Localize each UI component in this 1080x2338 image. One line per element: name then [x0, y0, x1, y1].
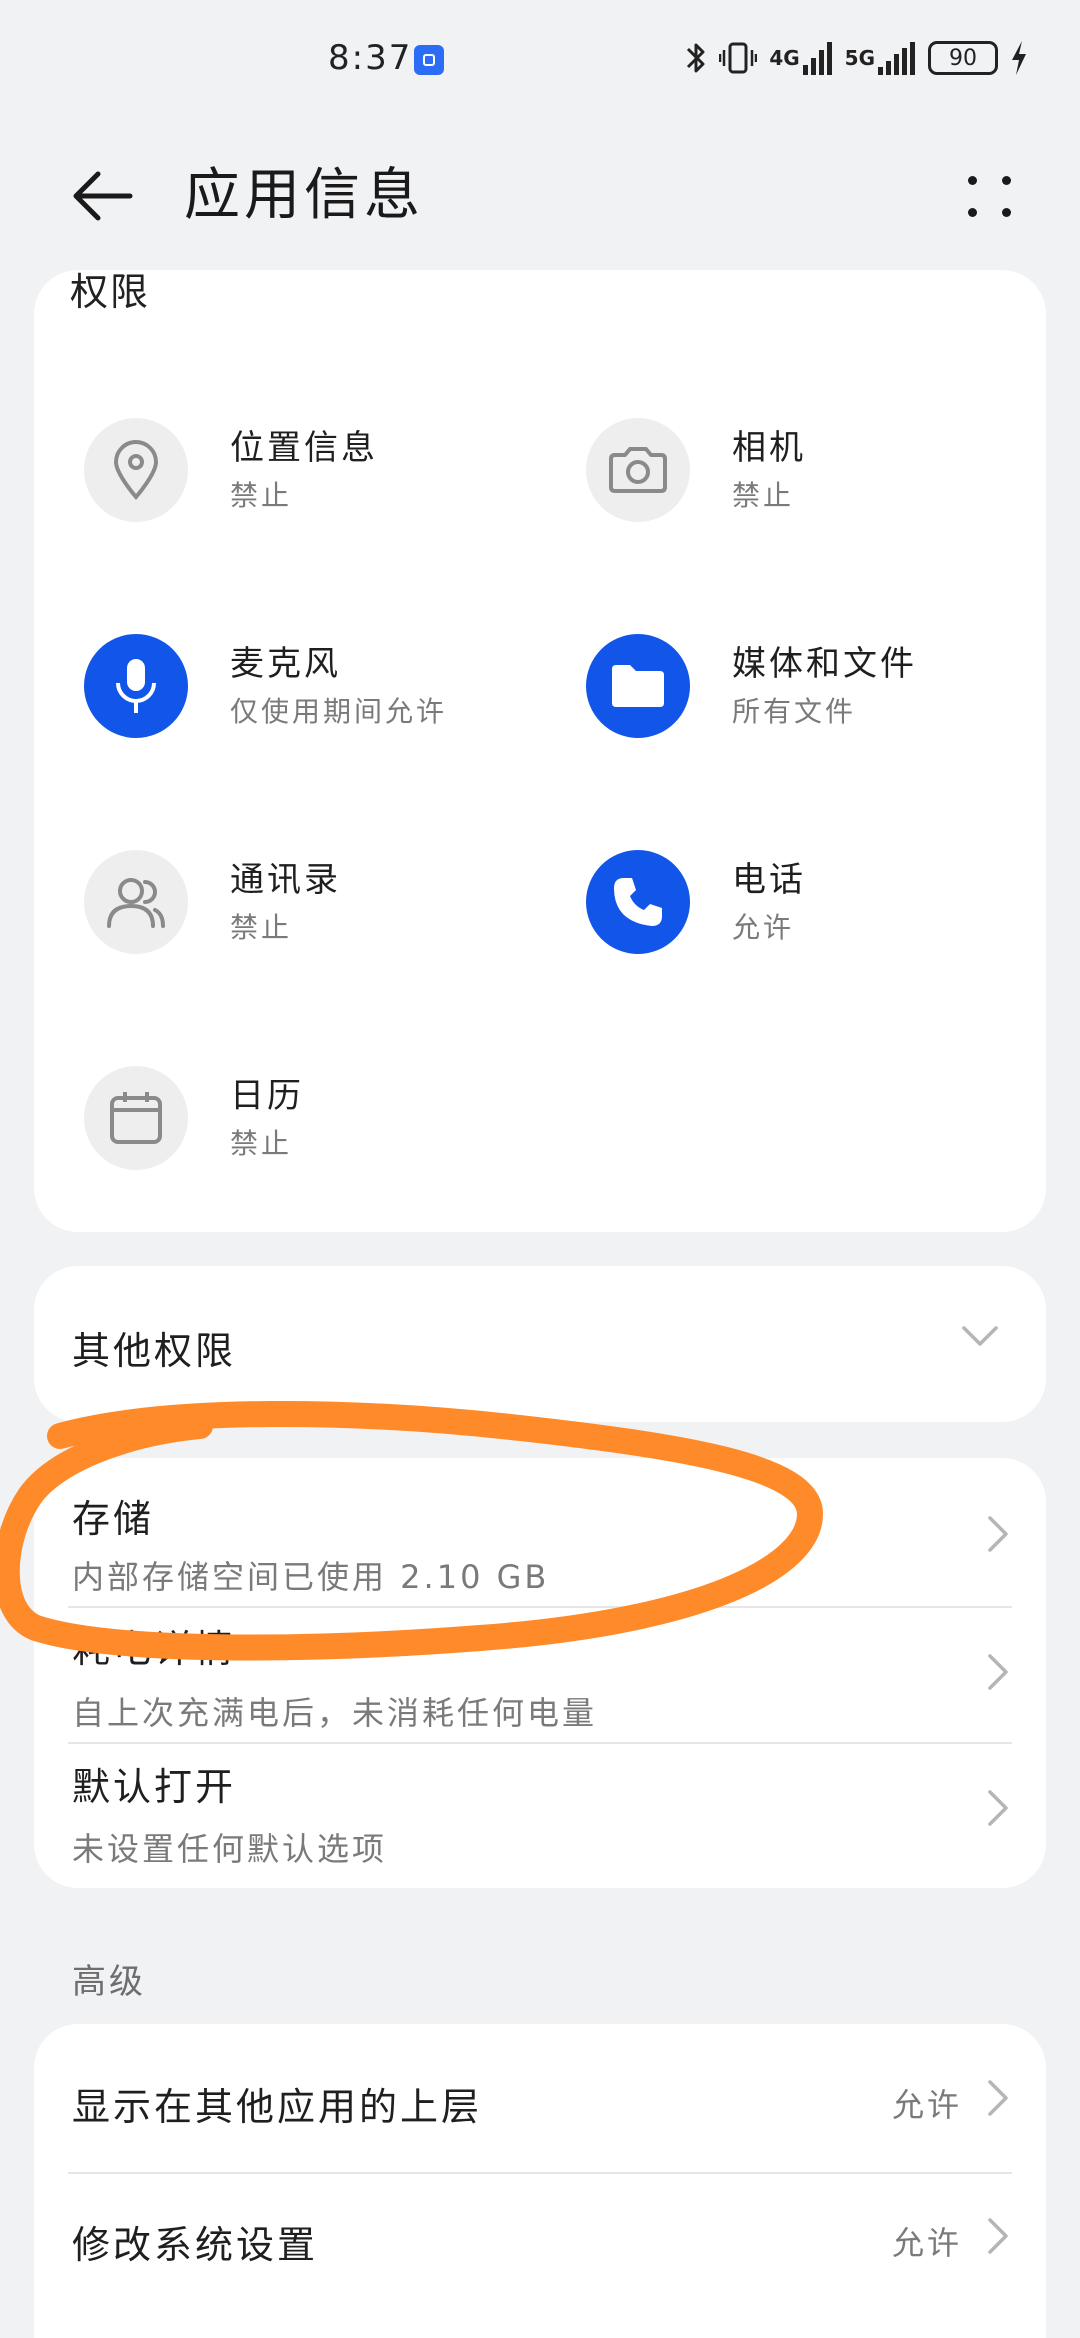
app-bar: 应用信息	[0, 130, 1080, 260]
permission-status: 禁止	[230, 1127, 293, 1160]
battery-indicator: 90	[928, 41, 998, 75]
chevron-right-icon	[988, 2218, 1008, 2254]
default-open-title: 默认打开	[72, 1765, 237, 1809]
permission-label: 位置信息	[230, 428, 378, 468]
more-dots-icon-part	[1002, 208, 1011, 217]
contacts-icon	[84, 850, 188, 954]
permission-label: 媒体和文件	[732, 644, 917, 684]
permission-media-files[interactable]: 媒体和文件 所有文件	[536, 630, 1016, 740]
battery-usage-subtitle: 自上次充满电后，未消耗任何电量	[72, 1694, 598, 1732]
permission-status: 所有文件	[732, 695, 857, 728]
more-dots-icon	[968, 176, 977, 185]
display-over-apps-value: 允许	[891, 2086, 962, 2124]
bluetooth-icon	[685, 40, 707, 76]
modify-system-settings-title: 修改系统设置	[72, 2223, 319, 2267]
permission-location[interactable]: 位置信息 禁止	[34, 414, 514, 524]
permission-phone[interactable]: 电话 允许	[536, 846, 1016, 956]
network-type-5g: 5G	[844, 46, 875, 70]
more-options-button[interactable]	[958, 158, 1028, 234]
microphone-icon	[84, 634, 188, 738]
permission-status: 仅使用期间允许	[230, 695, 448, 728]
permission-calendar[interactable]: 日历 禁止	[34, 1062, 514, 1172]
network-type-4g: 4G	[769, 46, 800, 70]
advanced-card: 显示在其他应用的上层 允许 修改系统设置 允许	[34, 2024, 1046, 2338]
chevron-right-icon	[988, 2080, 1008, 2116]
battery-level: 90	[949, 45, 977, 71]
phone-icon	[586, 850, 690, 954]
page-title: 应用信息	[184, 163, 424, 228]
permissions-card: 权限 位置信息 禁止 相机 禁止 麦克风 仅使用期间允许 媒体和文件 所有文件 …	[34, 270, 1046, 1232]
storage-title: 存储	[72, 1497, 155, 1541]
chevron-right-icon	[988, 1654, 1008, 1690]
camera-icon	[586, 418, 690, 522]
vibrate-icon	[719, 40, 758, 76]
permission-microphone[interactable]: 麦克风 仅使用期间允许	[34, 630, 514, 740]
permission-label: 麦克风	[230, 644, 341, 684]
arrow-left-icon	[73, 171, 133, 221]
status-time: 8:37	[328, 38, 413, 78]
battery-usage-row[interactable]: 耗电详情 自上次充满电后，未消耗任何电量	[34, 1608, 1046, 1744]
location-icon	[84, 418, 188, 522]
chevron-right-icon	[988, 1516, 1008, 1552]
permission-status: 允许	[732, 911, 795, 944]
permission-status: 禁止	[230, 479, 293, 512]
more-dots-icon-part	[968, 208, 977, 217]
charging-icon	[1010, 40, 1028, 76]
advanced-section-label: 高级	[72, 1962, 146, 2002]
app-info-screen: 8:37 4G 5G 90 应用信息 权限 位置信息 禁止 相机 禁止 麦克风 …	[0, 0, 1080, 2338]
storage-row[interactable]: 存储 内部存储空间已使用 2.10 GB	[34, 1458, 1046, 1606]
permission-label: 相机	[732, 428, 806, 468]
battery-usage-title: 耗电详情	[72, 1627, 237, 1671]
permission-label: 日历	[230, 1076, 304, 1116]
modify-system-settings-row[interactable]: 修改系统设置 允许	[34, 2174, 1046, 2314]
other-permissions-row[interactable]: 其他权限	[34, 1266, 1046, 1422]
modify-system-settings-value: 允许	[891, 2224, 962, 2262]
chevron-down-icon	[962, 1326, 998, 1346]
status-icons: 4G 5G 90	[685, 36, 1028, 80]
folder-icon	[586, 634, 690, 738]
signal-5g-icon: 5G	[845, 41, 916, 75]
status-bar: 8:37 4G 5G 90	[0, 0, 1080, 120]
permission-status: 禁止	[732, 479, 795, 512]
permissions-header: 权限	[70, 270, 151, 314]
permission-label: 电话	[732, 860, 806, 900]
display-over-apps-title: 显示在其他应用的上层	[72, 2085, 483, 2129]
display-over-apps-row[interactable]: 显示在其他应用的上层 允许	[34, 2024, 1046, 2172]
back-button[interactable]	[64, 158, 140, 234]
app-details-card: 存储 内部存储空间已使用 2.10 GB 耗电详情 自上次充满电后，未消耗任何电…	[34, 1458, 1046, 1888]
default-open-row[interactable]: 默认打开 未设置任何默认选项	[34, 1744, 1046, 1888]
notification-app-icon	[414, 45, 444, 75]
storage-subtitle: 内部存储空间已使用 2.10 GB	[72, 1558, 550, 1596]
default-open-subtitle: 未设置任何默认选项	[72, 1830, 388, 1868]
signal-4g-icon: 4G	[769, 41, 832, 75]
permission-camera[interactable]: 相机 禁止	[536, 414, 1016, 524]
chevron-right-icon	[988, 1790, 1008, 1826]
more-dots-icon-part	[1002, 176, 1011, 185]
calendar-icon	[84, 1066, 188, 1170]
permission-status: 禁止	[230, 911, 293, 944]
permission-label: 通讯录	[230, 860, 341, 900]
permission-contacts[interactable]: 通讯录 禁止	[34, 846, 514, 956]
other-permissions-label: 其他权限	[72, 1329, 237, 1373]
